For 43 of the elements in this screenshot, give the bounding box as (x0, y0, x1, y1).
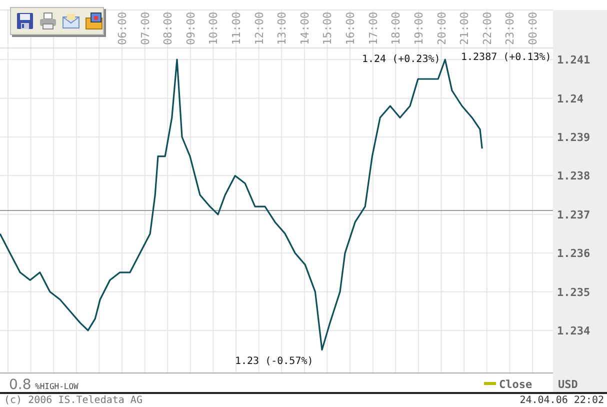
time-label: 18:00 (390, 12, 403, 45)
time-label: 13:00 (276, 12, 289, 45)
price-label: 1.235 (557, 286, 590, 299)
time-label: 09:00 (184, 12, 198, 45)
time-label: 15:00 (321, 12, 334, 45)
price-label: 1.237 (557, 208, 590, 222)
time-label: 07:00 (138, 12, 152, 45)
price-label: 1.239 (557, 131, 590, 144)
price-annotation: 1.2387 (+0.13%) (461, 52, 552, 63)
time-label: 14:00 (298, 12, 312, 45)
copyright-text: (c) 2006 IS.Teledata AG (4, 395, 142, 406)
price-label: 1.238 (557, 170, 590, 183)
time-label: 06:00 (116, 12, 129, 45)
print-button[interactable] (38, 11, 58, 31)
time-label: 16:00 (344, 12, 358, 45)
time-label: 08:00 (162, 12, 175, 45)
price-label: 1.236 (557, 247, 590, 260)
time-label: 10:00 (207, 12, 220, 45)
printer-icon (39, 12, 57, 30)
price-label: 1.24 (557, 92, 584, 106)
price-annotation: 1.24 (+0.23%) (362, 54, 440, 65)
time-label: 22:00 (480, 12, 494, 45)
time-label: 20:00 (435, 12, 448, 45)
time-label: 00:00 (526, 12, 540, 45)
time-label: 17:00 (366, 12, 380, 45)
time-label: 23:00 (504, 12, 517, 45)
time-label: 21:00 (458, 12, 472, 45)
legend-swatch (484, 382, 496, 385)
time-label: 11:00 (230, 12, 244, 45)
price-label: 1.234 (557, 324, 590, 338)
range-label: %HIGH-LOW (35, 382, 78, 391)
range-value: 0.8 (9, 377, 32, 392)
folder-picture-icon (85, 12, 103, 30)
time-label: 19:00 (412, 12, 426, 45)
save-button[interactable] (15, 11, 35, 31)
legend-label: Close (499, 378, 532, 391)
time-label: 12:00 (252, 12, 266, 45)
export-button[interactable] (84, 11, 104, 31)
price-annotation: 1.23 (-0.57%) (235, 356, 314, 367)
price-label: 1.241 (557, 54, 590, 67)
currency-label: USD (558, 378, 578, 391)
envelope-icon (62, 12, 80, 30)
timestamp-text: 24.04.06 22:02 (520, 395, 604, 406)
